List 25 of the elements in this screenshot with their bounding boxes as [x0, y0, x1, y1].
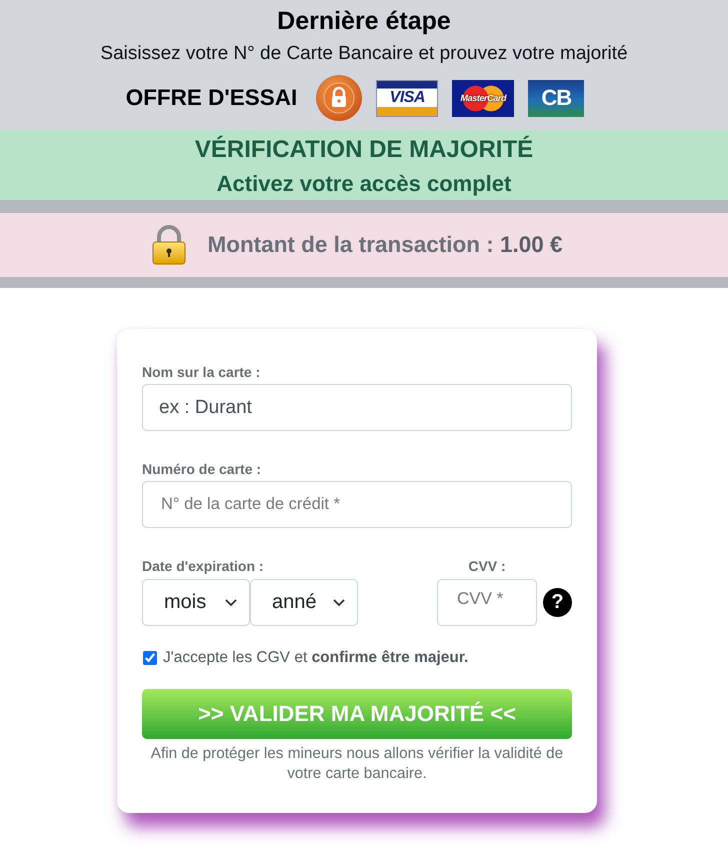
- chevron-icon: [225, 598, 237, 606]
- verification-title: VÉRIFICATION DE MAJORITÉ: [194, 135, 534, 165]
- offer-label: OFFRE D'ESSAI: [126, 85, 298, 111]
- page-title: Dernière étape: [277, 6, 451, 36]
- field-label: Date d'expiration :: [142, 558, 265, 574]
- expiry-select[interactable]: anné: [250, 579, 358, 626]
- field-label: CVV :: [467, 558, 507, 574]
- field-label: Numéro de carte :: [142, 461, 262, 477]
- verification-subtitle: Activez votre accès complet: [216, 171, 512, 197]
- lock-seal-icon: [316, 75, 362, 121]
- amount-text: Montant de la transaction : 1.00 €: [207, 232, 563, 258]
- padlock-icon: [152, 225, 186, 265]
- field-label: Nom sur la carte :: [142, 364, 262, 380]
- page-subtitle: Saisissez votre N° de Carte Bancaire et prouvez votre majorité: [100, 42, 628, 66]
- cvv-input[interactable]: CVV *: [437, 579, 537, 626]
- expiry-select[interactable]: mois: [142, 579, 250, 626]
- help-icon[interactable]: ?: [543, 588, 572, 617]
- card-logo: VISA: [376, 80, 438, 116]
- note-text: Afin de protéger les mineurs nous allons vérifier la validité de votre carte bancaire.: [150, 744, 564, 784]
- card-logo: CB: [528, 80, 584, 116]
- card-number-input[interactable]: N° de la carte de crédit *: [142, 481, 572, 528]
- agree-checkbox[interactable]: [143, 651, 157, 665]
- name-input[interactable]: ex : Durant: [142, 384, 572, 431]
- chevron-icon: [333, 598, 345, 606]
- agreement-text: J'accepte les CGV et confirme être majeur.: [163, 649, 468, 667]
